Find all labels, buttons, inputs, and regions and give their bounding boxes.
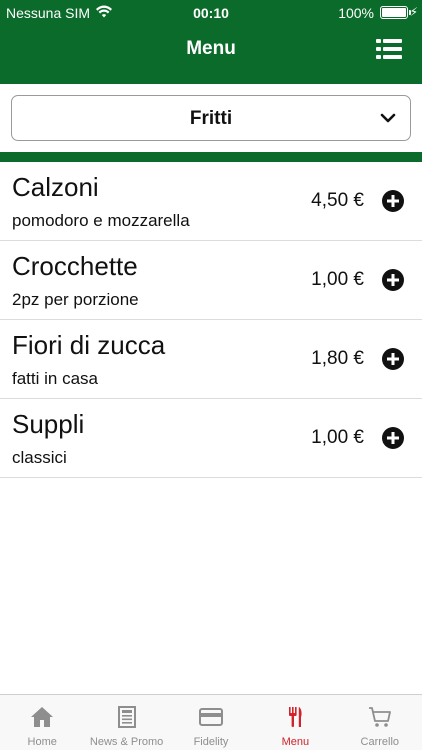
item-name: Calzoni: [12, 172, 99, 202]
item-description: fatti in casa: [12, 369, 98, 388]
item-price: 1,00 €: [311, 269, 364, 290]
tab-label: Menu: [281, 736, 310, 748]
item-price: 4,50 €: [311, 190, 364, 211]
item-name: Suppli: [12, 409, 85, 439]
chevron-down-icon: [380, 113, 396, 123]
menu-item[interactable]: Suppli classici 1,00 €: [0, 399, 422, 478]
item-price: 1,80 €: [311, 348, 364, 369]
battery-icon: [380, 6, 411, 19]
list-menu-button[interactable]: [376, 38, 402, 60]
add-circle-icon[interactable]: [382, 427, 404, 449]
add-circle-icon[interactable]: [382, 190, 404, 212]
item-name: Fiori di zucca: [12, 330, 166, 360]
item-description: pomodoro e mozzarella: [12, 211, 190, 230]
tab-label: Fidelity: [193, 736, 229, 748]
battery-percent: 100%: [338, 5, 374, 21]
tab-label: Home: [27, 736, 57, 748]
cart-icon: [368, 707, 391, 727]
menu-item[interactable]: Calzoni pomodoro e mozzarella 4,50 €: [0, 162, 422, 241]
tab-bar: Home News & Promo Fidelity Menu Carrello: [0, 694, 422, 750]
charging-icon: ⚡: [409, 5, 418, 19]
section-divider: [0, 152, 422, 162]
status-bar: Nessuna SIM 00:10 100% ⚡: [0, 0, 422, 26]
newspaper-icon: [117, 706, 136, 728]
menu-item-list: Calzoni pomodoro e mozzarella 4,50 € Cro…: [0, 162, 422, 478]
home-icon: [31, 707, 54, 727]
tab-label: Carrello: [360, 736, 400, 748]
tab-fidelity[interactable]: Fidelity: [169, 695, 253, 750]
add-circle-icon[interactable]: [382, 348, 404, 370]
list-icon: [376, 39, 402, 59]
item-name: Crocchette: [12, 251, 138, 281]
category-picker[interactable]: Fritti: [11, 95, 411, 141]
tab-menu[interactable]: Menu: [253, 695, 337, 750]
add-circle-icon[interactable]: [382, 269, 404, 291]
tab-label: News & Promo: [89, 736, 164, 748]
nav-bar: Menu: [0, 26, 422, 84]
tab-news-promo[interactable]: News & Promo: [84, 695, 168, 750]
tab-carrello[interactable]: Carrello: [338, 695, 422, 750]
menu-item[interactable]: Crocchette 2pz per porzione 1,00 €: [0, 241, 422, 320]
item-description: classici: [12, 448, 67, 467]
category-selected: Fritti: [189, 108, 233, 129]
item-price: 1,00 €: [311, 427, 364, 448]
page-title: Menu: [186, 38, 236, 59]
category-picker-area: Fritti: [0, 84, 422, 152]
fork-knife-icon: [289, 707, 302, 727]
card-icon: [198, 708, 223, 726]
menu-item[interactable]: Fiori di zucca fatti in casa 1,80 €: [0, 320, 422, 399]
tab-home[interactable]: Home: [0, 695, 84, 750]
item-description: 2pz per porzione: [12, 290, 139, 309]
